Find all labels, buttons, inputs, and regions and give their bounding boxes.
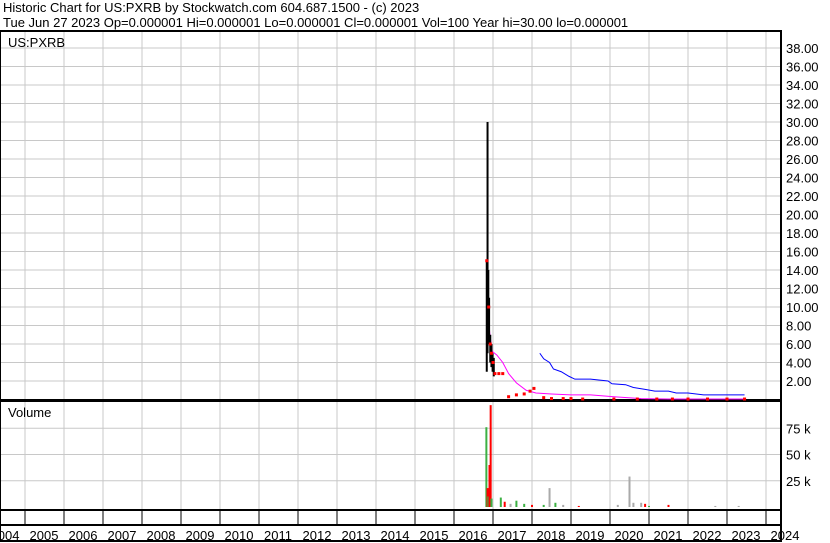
year-label: 2022	[693, 528, 722, 543]
volume-tick-label: 50 k	[786, 448, 811, 463]
year-label: 2006	[69, 528, 98, 543]
volume-bar	[714, 505, 717, 507]
volume-bar	[640, 502, 643, 507]
price-point	[561, 397, 565, 401]
symbol-label: US:PXRB	[8, 35, 65, 50]
price-tick-label: 12.00	[786, 282, 819, 297]
volume-bar	[737, 505, 740, 507]
price-tick-label: 38.00	[786, 41, 819, 56]
volume-bar	[548, 488, 551, 507]
price-tick-label: 26.00	[786, 152, 819, 167]
volume-bar	[632, 502, 635, 507]
volume-bar	[616, 504, 619, 507]
volume-label: Volume	[8, 405, 51, 420]
ma_short-line	[487, 306, 745, 400]
price-tick-label: 32.00	[786, 97, 819, 112]
price-tick-label: 2.00	[786, 374, 811, 389]
volume-bar	[628, 476, 631, 507]
volume-tick-label: 75 k	[786, 421, 811, 436]
volume-bar	[577, 505, 580, 507]
price-point	[569, 397, 573, 401]
year-label: 2007	[108, 528, 137, 543]
volume-bar	[503, 501, 506, 507]
price-point	[488, 342, 492, 346]
price-point	[522, 392, 526, 396]
volume-bar	[542, 504, 545, 507]
price-tick-label: 22.00	[786, 189, 819, 204]
price-point	[497, 372, 501, 376]
price-tick-label: 36.00	[786, 60, 819, 75]
price-point	[501, 372, 505, 376]
price-tick-label: 20.00	[786, 208, 819, 223]
year-label: 2018	[537, 528, 566, 543]
year-label: 2017	[498, 528, 527, 543]
price-point	[489, 351, 493, 355]
price-tick-label: 18.00	[786, 226, 819, 241]
price-point	[485, 259, 489, 263]
year-label: 2023	[732, 528, 761, 543]
price-tick-label: 30.00	[786, 115, 819, 130]
volume-bar	[489, 405, 492, 507]
volume-bar	[562, 504, 565, 507]
price-tick-label: 4.00	[786, 356, 811, 371]
volume-tick-label: 25 k	[786, 474, 811, 489]
year-label: 2015	[420, 528, 449, 543]
price-point	[532, 386, 536, 390]
year-label: 2009	[186, 528, 215, 543]
year-label: 2011	[264, 528, 292, 543]
volume-bar	[523, 503, 526, 507]
price-point	[493, 372, 497, 376]
volume-bar	[648, 505, 650, 507]
price-tick-label: 24.00	[786, 171, 819, 186]
year-label: 2010	[225, 528, 254, 543]
price-tick-label: 14.00	[786, 263, 819, 278]
price-point	[743, 397, 747, 401]
volume-bar	[509, 503, 512, 507]
year-label: 2024	[771, 528, 800, 543]
price-tick-label: 6.00	[786, 337, 811, 352]
year-label: 2019	[576, 528, 605, 543]
price-tick-label: 10.00	[786, 300, 819, 315]
volume-bar	[515, 500, 518, 507]
volume-bar	[531, 504, 533, 507]
price-point	[550, 397, 553, 401]
year-label: 2021	[654, 528, 683, 543]
volume-bar	[644, 503, 647, 507]
year-label: 2012	[303, 528, 332, 543]
volume-bar	[499, 497, 502, 507]
price-point	[725, 397, 729, 401]
price-point	[507, 395, 511, 399]
price-point	[491, 361, 495, 364]
year-label: 2020	[615, 528, 644, 543]
price-point	[706, 397, 709, 401]
volume-bar	[490, 498, 493, 507]
price-tick-label: 34.00	[786, 78, 819, 93]
chart-frame	[0, 30, 782, 542]
price-point	[542, 396, 546, 400]
price-point	[528, 389, 532, 393]
price-point	[635, 397, 639, 401]
year-label: 2005	[30, 528, 59, 543]
volume-bar	[554, 502, 557, 507]
price-point	[655, 397, 659, 401]
volume-bar	[667, 504, 670, 507]
price-point	[670, 397, 674, 401]
price-point	[686, 397, 690, 401]
year-label: 2004	[0, 528, 19, 543]
year-label: 2016	[459, 528, 488, 543]
price-point	[514, 393, 518, 397]
chart: US:PXRB Volume 2.00 4.00 6.00 8.00 10.00 12.0…	[0, 30, 819, 543]
price-tick-label: 8.00	[786, 319, 811, 334]
price-point	[487, 305, 491, 309]
price-point	[612, 397, 616, 401]
price-tick-label: 28.00	[786, 134, 819, 149]
year-label: 2013	[342, 528, 371, 543]
year-label: 2014	[381, 528, 410, 543]
price-point	[581, 397, 585, 401]
price-tick-label: 16.00	[786, 245, 819, 260]
year-label: 2008	[147, 528, 176, 543]
